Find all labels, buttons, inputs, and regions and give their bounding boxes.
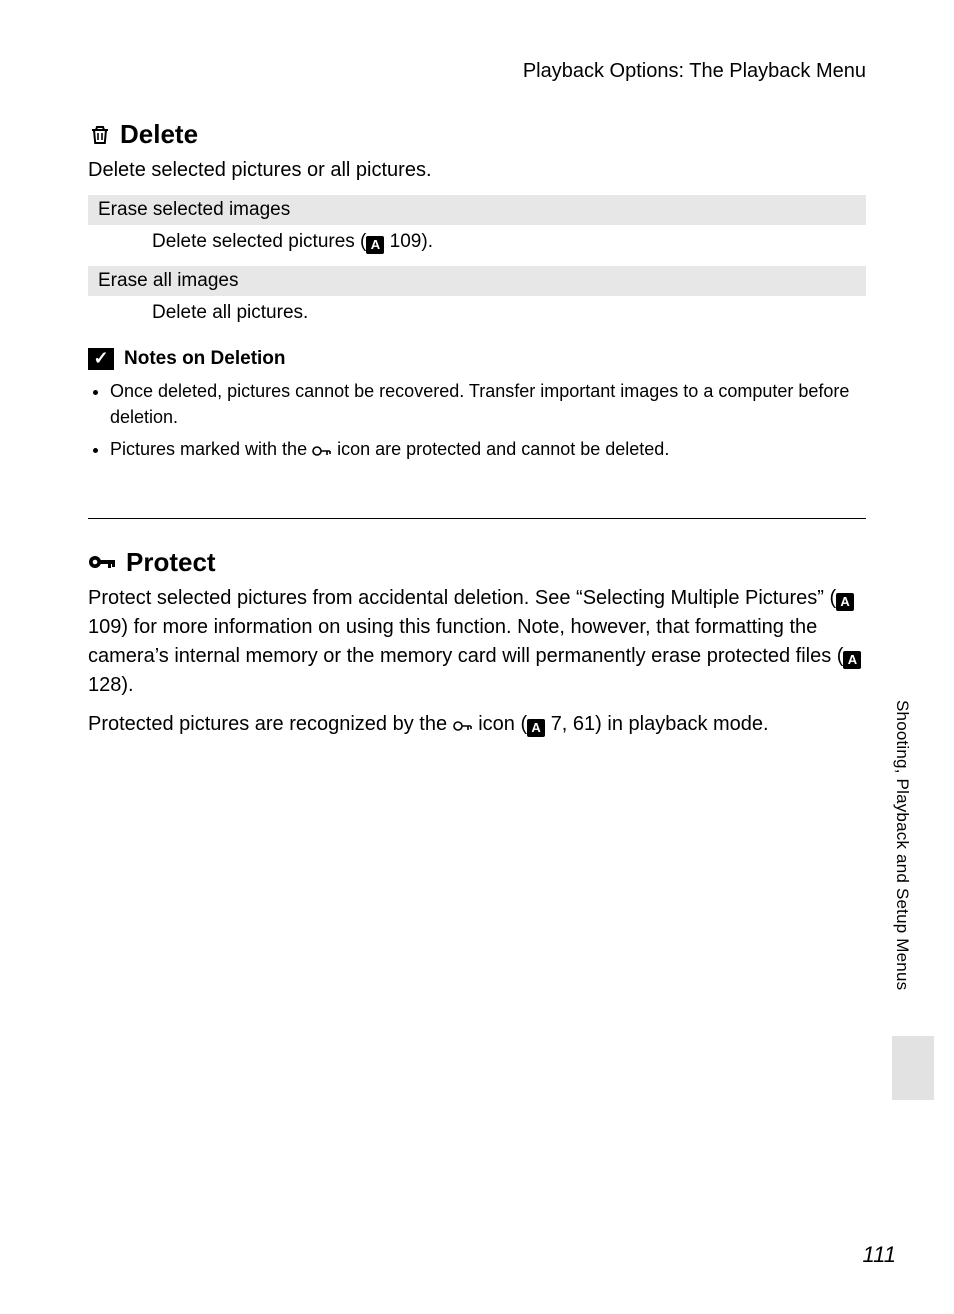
text: Delete selected pictures ( (152, 231, 366, 252)
notes-list: Once deleted, pictures cannot be recover… (92, 378, 866, 462)
manual-page: Playback Options: The Playback Menu Dele… (0, 0, 954, 1314)
page-ref-icon: A (843, 651, 861, 669)
option-erase-selected-head: Erase selected images (88, 195, 866, 225)
running-head: Playback Options: The Playback Menu (88, 60, 866, 83)
text: icon ( (473, 713, 527, 735)
protect-icon (312, 444, 332, 458)
section-delete-title: Delete (120, 119, 198, 150)
check-icon: ✓ (88, 348, 114, 370)
page-ref: 7, 61 (551, 713, 595, 735)
notes-heading: ✓ Notes on Deletion (88, 348, 866, 370)
thumb-index-tab (892, 1036, 934, 1100)
text: Protected pictures are recognized by the (88, 713, 453, 735)
section-protect-heading: Protect (88, 547, 866, 578)
delete-lead: Delete selected pictures or all pictures… (88, 156, 866, 185)
list-item: Once deleted, pictures cannot be recover… (110, 378, 866, 430)
protect-paragraph-1: Protect selected pictures from accidenta… (88, 584, 866, 700)
option-erase-all-head: Erase all images (88, 266, 866, 296)
trash-icon (88, 123, 112, 147)
page-ref: 109 (390, 231, 422, 252)
text: ) for more information on using this fun… (88, 616, 843, 667)
text: ) in playback mode. (595, 713, 768, 735)
text: Protect selected pictures from accidenta… (88, 587, 836, 609)
text: ). (121, 674, 133, 696)
list-item: Pictures marked with the icon are protec… (110, 436, 866, 462)
section-delete-heading: Delete (88, 119, 866, 150)
option-erase-all-desc: Delete all pictures. (152, 302, 866, 324)
protect-icon (453, 719, 473, 733)
side-tab-label: Shooting, Playback and Setup Menus (892, 700, 912, 990)
page-ref: 109 (88, 616, 121, 638)
protect-paragraph-2: Protected pictures are recognized by the… (88, 710, 866, 739)
text: ). (421, 231, 433, 252)
key-icon (88, 551, 118, 573)
text: Pictures marked with the (110, 439, 312, 459)
section-divider (88, 518, 866, 519)
option-erase-selected-desc: Delete selected pictures (A 109). (152, 231, 866, 254)
notes-title-text: Notes on Deletion (124, 348, 286, 370)
page-ref-icon: A (527, 719, 545, 737)
page-number: 111 (863, 1242, 896, 1268)
section-protect-title: Protect (126, 547, 216, 578)
page-ref: 128 (88, 674, 121, 696)
page-ref-icon: A (366, 236, 384, 254)
text: icon are protected and cannot be deleted… (332, 439, 669, 459)
page-ref-icon: A (836, 593, 854, 611)
